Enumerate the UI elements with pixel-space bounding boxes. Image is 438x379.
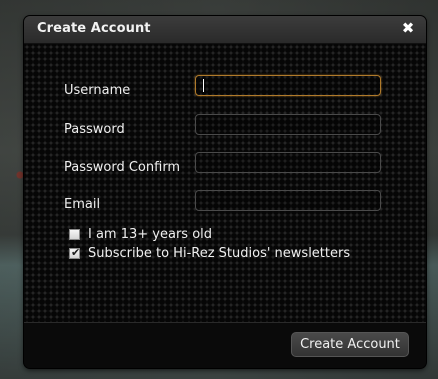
dialog-footer: Create Account	[24, 322, 426, 368]
create-account-button[interactable]: Create Account	[291, 332, 409, 357]
username-label: Username	[64, 83, 131, 98]
password-confirm-label: Password Confirm	[64, 160, 181, 175]
email-label: Email	[64, 197, 101, 212]
newsletter-checkbox-label: Subscribe to Hi-Rez Studios' newsletters	[88, 246, 351, 261]
password-confirm-field[interactable]	[195, 152, 381, 173]
text-caret	[203, 79, 204, 92]
password-field[interactable]	[195, 114, 381, 135]
age-checkbox[interactable]	[69, 229, 80, 240]
dialog-body: Username Password Password Confirm Email…	[24, 44, 426, 322]
dialog-title: Create Account	[37, 21, 151, 36]
age-checkbox-label: I am 13+ years old	[88, 227, 213, 242]
password-label: Password	[64, 122, 125, 137]
email-field[interactable]	[195, 190, 381, 211]
dialog-titlebar: Create Account ✖	[24, 16, 426, 44]
checkmark-icon: ✔	[71, 246, 81, 259]
create-account-dialog: Create Account ✖ Username Password Passw…	[24, 16, 426, 368]
username-field[interactable]	[195, 75, 381, 96]
close-icon[interactable]: ✖	[400, 19, 416, 37]
newsletter-checkbox[interactable]: ✔	[69, 246, 81, 259]
